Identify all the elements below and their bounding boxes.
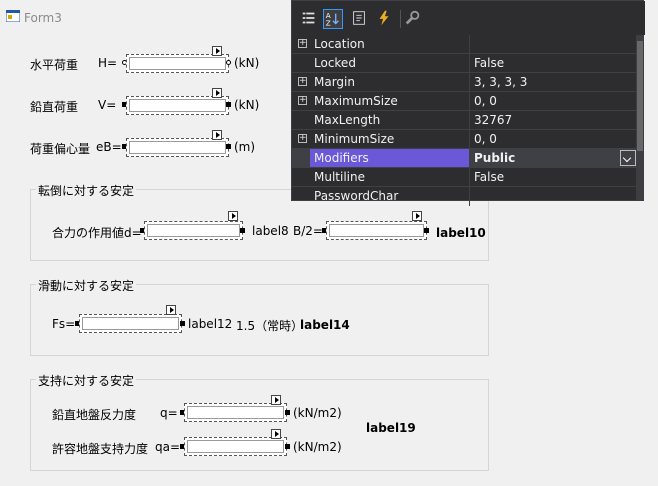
properties-icon[interactable] [350,9,370,29]
resize-handle[interactable] [180,321,185,326]
eb-unit-label: (m) [234,140,256,154]
expand-icon[interactable]: + [298,39,307,48]
label10: label10 [436,226,486,240]
q-var-label: q= [160,406,178,420]
eb-textbox[interactable] [126,138,229,157]
label14: label14 [300,318,350,332]
smart-tag-button[interactable] [212,46,222,56]
vertical-reaction-label: 鉛直地盤反力度 [52,408,137,422]
b2-textbox[interactable] [326,221,427,240]
property-name: MaximumSize [314,94,398,108]
sliding-group-title: 滑動に対する安定 [36,277,137,294]
property-grid-toolbar: AZ [292,1,645,35]
dropdown-arrow-icon[interactable] [620,150,636,166]
qa-textbox[interactable] [184,437,287,456]
smart-tag-button[interactable] [212,130,222,140]
q-unit-label: (kN/m2) [293,406,342,420]
property-name: MaxLength [314,113,381,127]
property-value[interactable]: False [474,56,504,70]
smart-tag-button[interactable] [212,88,222,98]
qa-unit-label: (kN/m2) [293,440,342,454]
property-row-location[interactable]: + Location [292,35,643,54]
expand-icon[interactable]: + [298,77,307,86]
allowable-bearing-label: 許容地盤支持力度 [52,442,149,456]
property-grid: AZ + Location Locked False + Margin 3, 3… [291,0,645,206]
b2-label: B/2= [293,224,323,238]
property-name: Location [314,37,365,51]
resize-handle[interactable] [285,410,290,415]
h-unit-label: (kN) [234,56,260,70]
property-name: Multiline [314,170,365,184]
property-value[interactable]: 0, 0 [474,132,497,146]
d-textbox[interactable] [144,221,243,240]
alphabetical-icon[interactable]: AZ [323,9,343,29]
property-row-maxlength[interactable]: MaxLength 32767 [292,111,643,130]
property-value[interactable]: Public [474,151,515,165]
v-var-label: V= [98,98,117,112]
smart-tag-button[interactable] [412,211,422,221]
resize-handle[interactable] [226,60,231,65]
resize-handle[interactable] [424,228,429,233]
fs-label: Fs= [52,317,76,331]
form-icon [6,10,20,22]
property-row-locked[interactable]: Locked False [292,54,643,73]
normal-condition-label: 1.5（常時） [236,319,304,333]
window-title: Form3 [24,11,62,25]
property-name: PasswordChar [314,189,399,203]
bearing-group-title: 支持に対する安定 [36,372,137,389]
vertical-load-label: 鉛直荷重 [30,100,79,114]
property-name: Margin [314,75,355,89]
toolbar-separator [400,10,401,28]
property-name: Locked [314,56,356,70]
label8: label8 [252,224,289,238]
qa-var-label: qa= [155,440,181,454]
v-unit-label: (kN) [234,98,260,112]
h-var-label: H= [98,56,118,70]
property-value[interactable]: 32767 [474,113,512,127]
events-icon[interactable] [375,9,395,29]
v-textbox[interactable] [126,96,229,115]
property-row-minimumsize[interactable]: + MinimumSize 0, 0 [292,130,643,149]
q-textbox[interactable] [184,403,287,422]
eb-var-label: eB= [96,140,122,154]
resultant-position-label: 合力の作用値d= [52,226,142,240]
property-name: Modifiers [314,151,369,165]
property-name: MinimumSize [314,132,395,146]
smart-tag-button[interactable] [228,211,238,221]
property-row-passwordchar[interactable]: PasswordChar [292,187,643,206]
bearing-group [30,379,489,471]
resize-handle[interactable] [240,228,245,233]
property-row-margin[interactable]: + Margin 3, 3, 3, 3 [292,73,643,92]
property-value[interactable]: 0, 0 [474,94,497,108]
fs-textbox[interactable] [79,314,182,333]
smart-tag-button[interactable] [166,305,176,315]
svg-text:Z: Z [326,18,331,27]
property-value[interactable]: False [474,170,504,184]
smart-tag-button[interactable] [271,429,281,439]
label12: label12 [188,317,233,331]
smart-tag-button[interactable] [271,395,281,405]
eccentricity-label: 荷重偏心量 [30,142,91,156]
property-row-modifiers[interactable]: Modifiers Public [292,149,643,168]
label19: label19 [366,421,416,435]
h-textbox[interactable] [126,54,229,73]
resize-handle[interactable] [285,444,290,449]
property-row-multiline[interactable]: Multiline False [292,168,643,187]
overturning-group-title: 転倒に対する安定 [36,182,137,199]
resize-handle[interactable] [226,102,231,107]
categorized-icon[interactable] [300,9,320,29]
resize-handle[interactable] [226,144,231,149]
expand-icon[interactable]: + [298,96,307,105]
property-row-maximumsize[interactable]: + MaximumSize 0, 0 [292,92,643,111]
expand-icon[interactable]: + [298,134,307,143]
property-pages-icon[interactable] [404,9,424,29]
property-grid-scroll-thumb[interactable] [637,41,643,151]
property-value[interactable]: 3, 3, 3, 3 [474,75,527,89]
horizontal-load-label: 水平荷重 [30,58,79,72]
